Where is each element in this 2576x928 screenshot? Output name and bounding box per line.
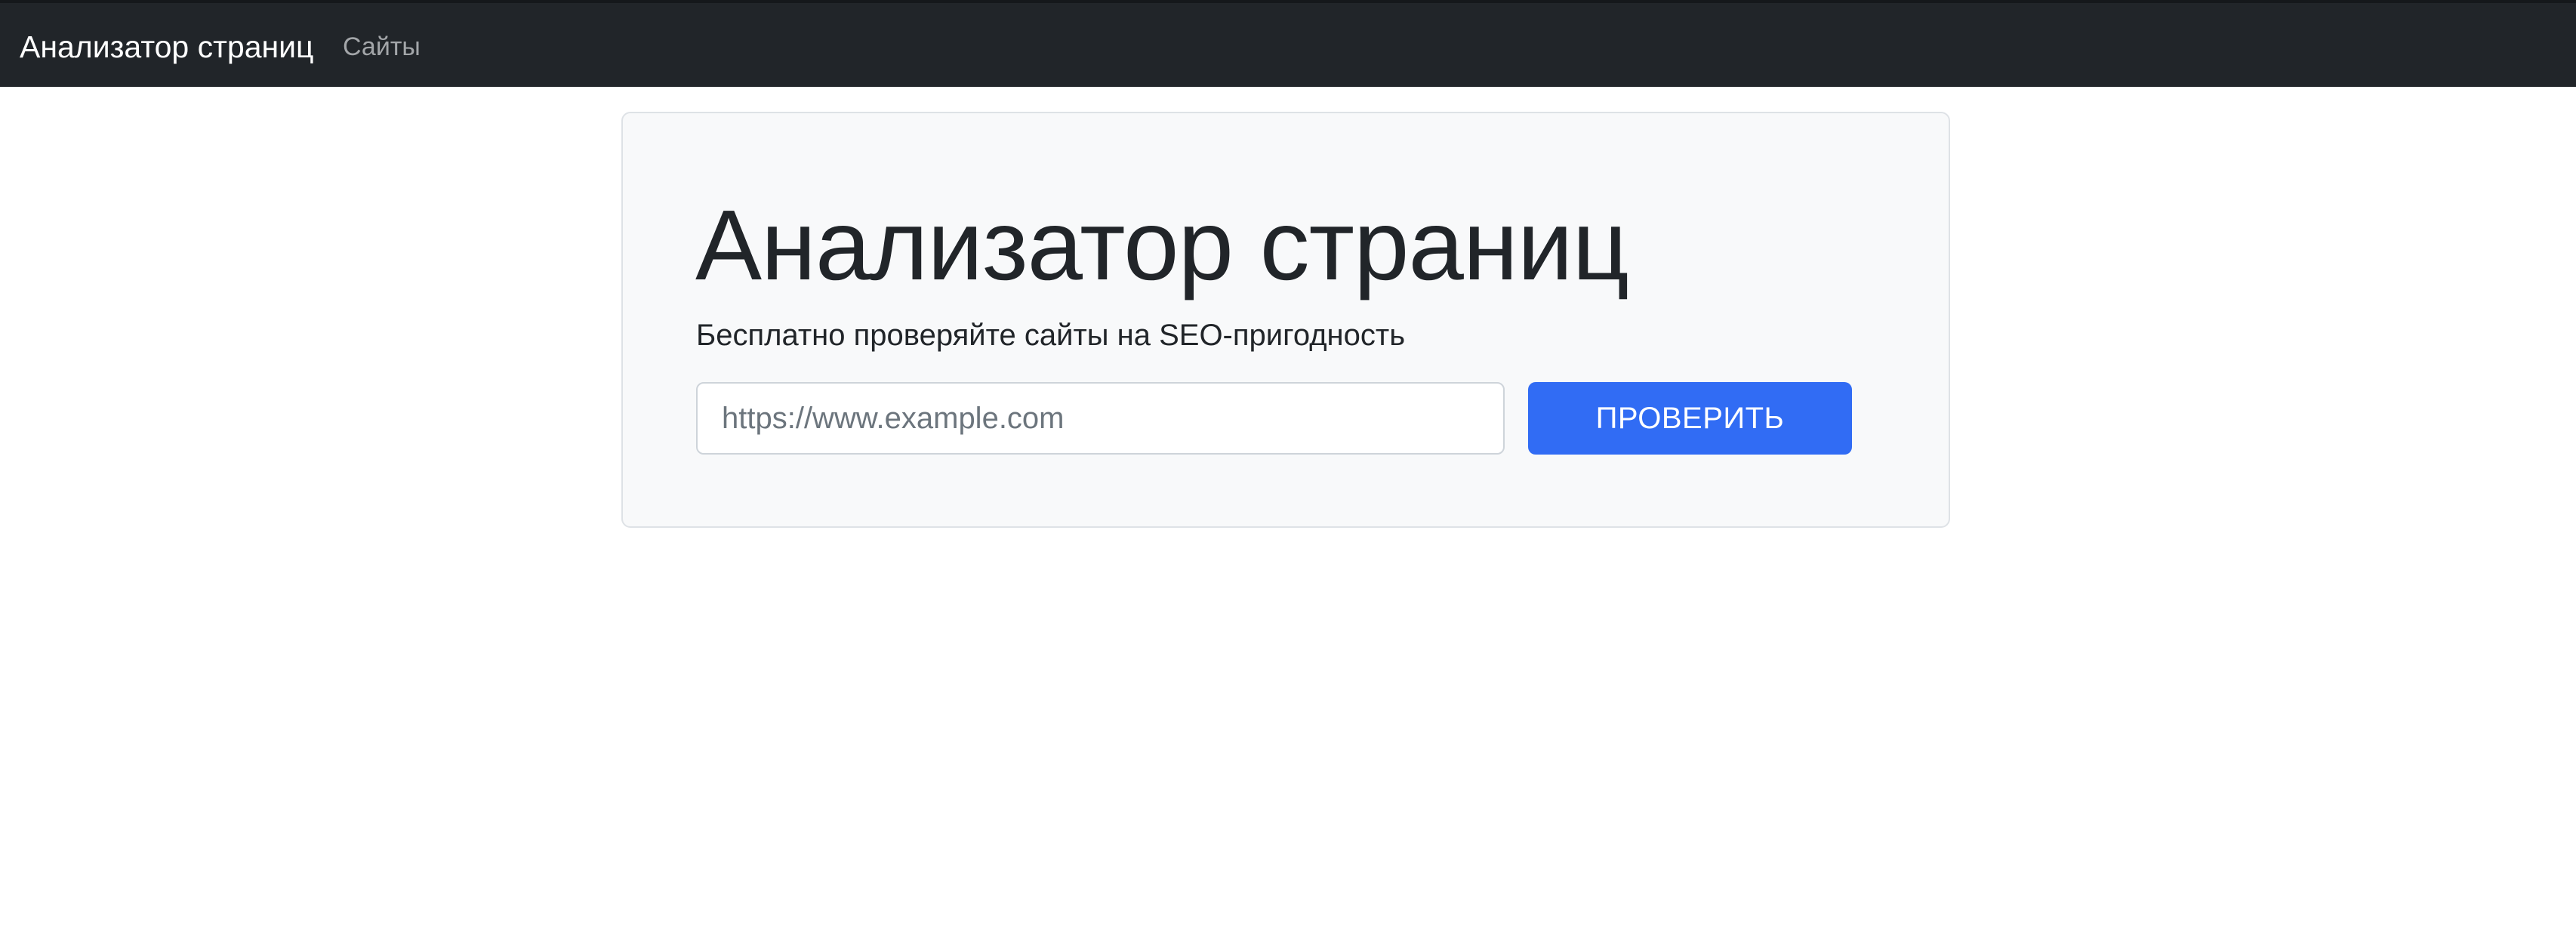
url-input[interactable] (696, 382, 1505, 455)
page-title: Анализатор страниц (695, 190, 1629, 301)
navbar-brand-link[interactable]: Анализатор страниц (20, 24, 314, 69)
nav-link-sites[interactable]: Сайты (343, 29, 421, 65)
check-button[interactable]: ПРОВЕРИТЬ (1528, 382, 1852, 455)
hero-card: Анализатор страниц Бесплатно проверяйте … (621, 112, 1950, 528)
page-lead: Бесплатно проверяйте сайты на SEO-пригод… (696, 319, 1406, 352)
navbar: Анализатор страниц Сайты (0, 0, 2576, 87)
